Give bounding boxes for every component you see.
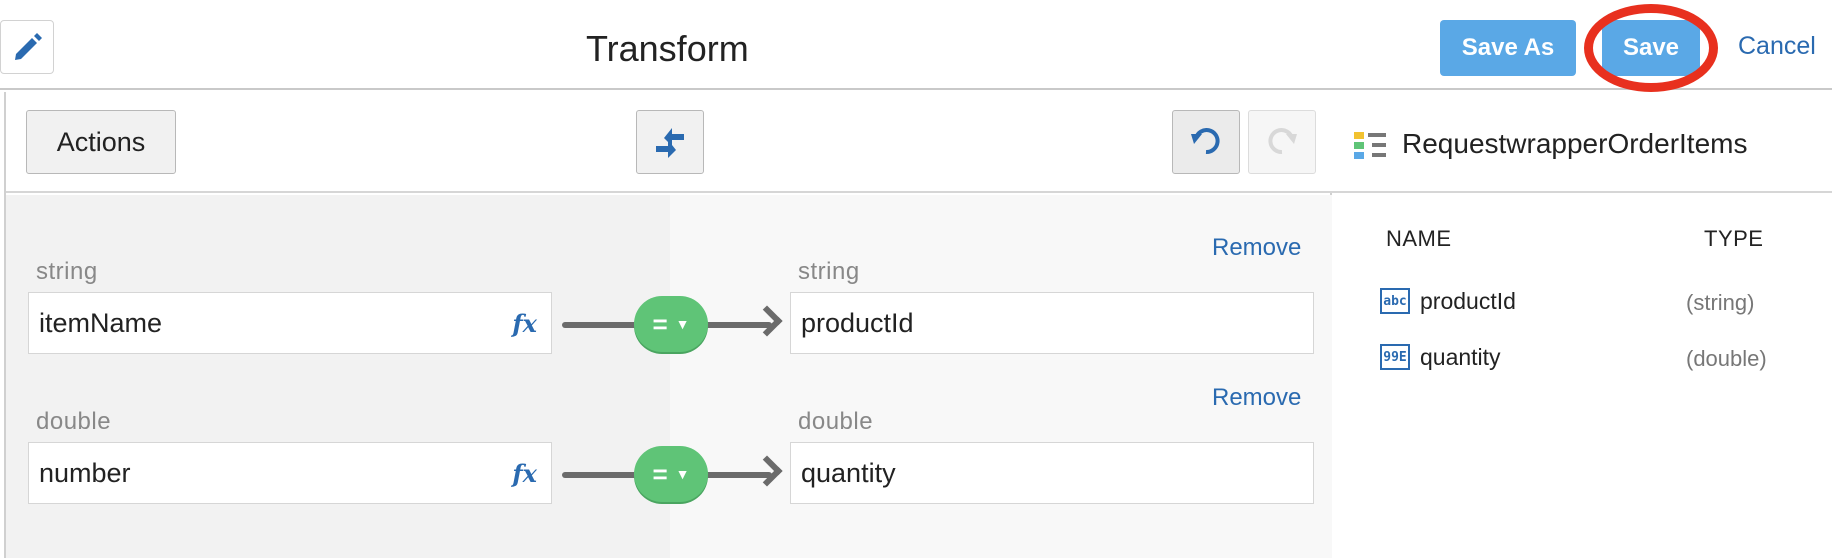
mapping-connector: = ▼ [562, 444, 783, 504]
redo-icon [1268, 128, 1297, 154]
caret-down-icon: ▼ [675, 316, 690, 332]
edit-button[interactable] [0, 20, 54, 74]
schema-field-name[interactable]: productId [1420, 288, 1516, 315]
schema-tree-icon [1354, 132, 1386, 159]
source-field-value: itemName [39, 307, 163, 338]
target-type-label: string [798, 258, 860, 285]
number-type-icon: 99E [1380, 344, 1410, 370]
undo-icon [1191, 128, 1220, 154]
page-title: Transform [586, 28, 749, 69]
operator-label: = [652, 308, 668, 339]
target-field-value: quantity [801, 457, 896, 488]
schema-field-name[interactable]: quantity [1420, 344, 1501, 371]
actions-button[interactable]: Actions [26, 110, 176, 174]
source-type-label: double [36, 408, 112, 435]
mapping-toolbar: Actions [6, 92, 1332, 193]
mapping-panel: Actions Remove string string itemName fx [4, 92, 1332, 558]
mapping-connector: = ▼ [562, 294, 783, 354]
schema-header: RequestwrapperOrderItems [1332, 92, 1832, 193]
schema-field-type: (double) [1686, 346, 1767, 371]
arrow-head-icon [751, 455, 783, 487]
operator-label: = [652, 458, 668, 489]
arrow-head-icon [751, 305, 783, 337]
function-icon[interactable]: fx [512, 309, 537, 338]
header: Transform Save As Save Cancel [0, 0, 1832, 92]
operator-dropdown[interactable]: = ▼ [634, 446, 708, 502]
auto-map-icon [656, 128, 684, 158]
pencil-icon [15, 33, 42, 60]
target-field[interactable]: productId [790, 292, 1314, 354]
caret-down-icon: ▼ [675, 466, 690, 482]
redo-button[interactable] [1248, 110, 1316, 174]
column-header-type: TYPE [1704, 226, 1764, 251]
source-type-label: string [36, 258, 98, 285]
cancel-link[interactable]: Cancel [1738, 32, 1816, 61]
source-field-value: number [39, 457, 131, 488]
schema-field-type: (string) [1686, 290, 1755, 315]
schema-title: RequestwrapperOrderItems [1402, 128, 1748, 159]
target-field-value: productId [801, 307, 914, 338]
remove-link[interactable]: Remove [1212, 234, 1301, 262]
string-type-icon: abc [1380, 288, 1410, 314]
save-as-button[interactable]: Save As [1440, 20, 1576, 76]
undo-button[interactable] [1172, 110, 1240, 174]
schema-panel: RequestwrapperOrderItems NAME TYPE abc p… [1332, 92, 1832, 558]
operator-dropdown[interactable]: = ▼ [634, 296, 708, 352]
column-header-name: NAME [1386, 226, 1452, 251]
source-field[interactable]: itemName fx [28, 292, 552, 354]
auto-map-button[interactable] [636, 110, 704, 174]
remove-link[interactable]: Remove [1212, 384, 1301, 412]
function-icon[interactable]: fx [512, 459, 537, 488]
save-button[interactable]: Save [1602, 20, 1700, 76]
target-field[interactable]: quantity [790, 442, 1314, 504]
source-field[interactable]: number fx [28, 442, 552, 504]
target-type-label: double [798, 408, 874, 435]
